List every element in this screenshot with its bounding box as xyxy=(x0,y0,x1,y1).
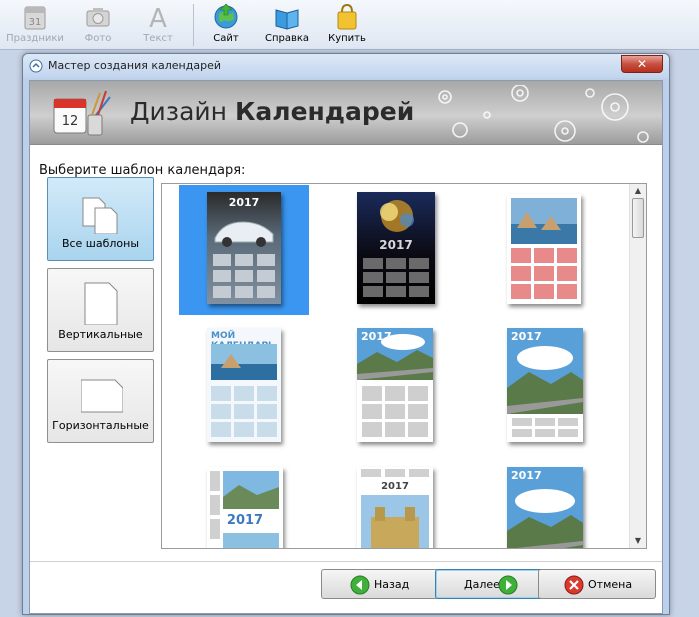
footer-divider xyxy=(30,561,662,562)
site-button[interactable]: Сайт xyxy=(197,2,255,48)
car-image xyxy=(214,221,274,247)
template-preview xyxy=(507,194,581,304)
template-year: 2017 xyxy=(361,330,392,343)
template-prompt: Выберите шаблон календаря: xyxy=(39,163,246,178)
close-button[interactable]: ✕ xyxy=(621,55,663,73)
space-image xyxy=(380,200,414,232)
month-strip xyxy=(361,469,429,477)
scroll-thumb[interactable] xyxy=(632,198,644,238)
photo-button[interactable]: Фото xyxy=(69,2,127,48)
template-preview: 2017 xyxy=(357,467,433,548)
template-thumbnail-4[interactable]: МОЙ КАЛЕНДАРЬ xyxy=(179,324,309,454)
seascape-image xyxy=(511,198,577,244)
decorative-flowers xyxy=(438,85,649,143)
scroll-up-arrow-icon[interactable]: ▲ xyxy=(630,184,646,198)
template-thumbnail-5[interactable]: 2017 xyxy=(339,324,469,454)
back-label: Назад xyxy=(374,578,410,591)
site-label: Сайт xyxy=(213,33,239,44)
template-thumbnail-3[interactable] xyxy=(489,185,619,315)
buy-label: Купить xyxy=(328,33,366,44)
template-thumbnail-1[interactable]: 2017 xyxy=(179,185,309,315)
cancel-button[interactable]: Отмена xyxy=(538,569,656,599)
template-year: 2017 xyxy=(511,330,542,343)
text-label: Текст xyxy=(143,33,173,44)
app-icon xyxy=(29,59,43,73)
next-button[interactable]: Далее xyxy=(435,569,553,599)
template-preview: 2017 xyxy=(207,467,283,548)
seascape-image xyxy=(223,533,279,548)
shopping-bag-icon xyxy=(337,3,357,30)
back-button[interactable]: Назад xyxy=(321,569,439,599)
globe-icon xyxy=(214,3,238,29)
back-arrow-icon xyxy=(350,575,370,595)
buy-button[interactable]: Купить xyxy=(318,2,376,48)
dialog-titlebar[interactable]: Мастер создания календарей ✕ xyxy=(23,54,669,78)
month-grid xyxy=(363,258,429,297)
category-horizontal[interactable]: Горизонтальные xyxy=(47,359,154,443)
template-thumbnail-8[interactable]: 2017 xyxy=(339,463,469,548)
svg-text:31: 31 xyxy=(29,17,42,28)
book-icon xyxy=(275,9,299,30)
template-preview: 2017 xyxy=(507,467,583,548)
help-label: Справка xyxy=(264,33,310,44)
svg-text:12: 12 xyxy=(62,114,79,129)
horizontal-page-icon xyxy=(81,379,123,413)
photo-label: Фото xyxy=(84,33,112,44)
header-title: Дизайн Календарей xyxy=(130,97,414,126)
category-all-templates[interactable]: Все шаблоны xyxy=(47,177,154,261)
template-year: 2017 xyxy=(381,481,409,492)
month-grid xyxy=(512,418,578,437)
cancel-label: Отмена xyxy=(588,578,633,591)
calendar-wizard-dialog: Мастер создания календарей ✕ 12 Дизайн К… xyxy=(22,53,670,615)
toolbar-separator xyxy=(193,4,194,46)
next-label: Далее xyxy=(464,578,500,591)
header-title-bold: Календарей xyxy=(234,97,415,126)
holidays-label: Праздники xyxy=(6,33,64,44)
holidays-button[interactable]: 31 Праздники xyxy=(6,2,64,48)
month-strip xyxy=(210,471,220,539)
dialog-title: Мастер создания календарей xyxy=(48,59,221,72)
template-gallery[interactable]: 2017 2017 МОЙ 2017 2017 2017 2017 2017 ▲… xyxy=(161,183,647,549)
seascape-image xyxy=(223,471,279,509)
cancel-x-icon xyxy=(564,575,584,595)
text-icon: A xyxy=(149,4,167,32)
template-year: 2017 xyxy=(511,469,542,482)
template-thumbnail-9[interactable]: 2017 xyxy=(489,463,619,548)
seascape-image xyxy=(211,344,277,380)
category-label: Горизонтальные xyxy=(52,419,149,432)
template-thumbnail-7[interactable]: 2017 xyxy=(179,463,309,548)
month-grid xyxy=(511,248,577,299)
template-preview: 2017 xyxy=(507,328,583,442)
category-label: Все шаблоны xyxy=(61,237,140,250)
calendar-brushes-icon: 12 xyxy=(53,90,111,136)
header-title-light: Дизайн xyxy=(130,97,227,126)
camera-icon xyxy=(86,8,110,27)
header-banner: 12 Дизайн Календарей xyxy=(30,81,662,145)
app-toolbar: 31 Праздники Фото A Текст Сайт Справка К… xyxy=(0,0,699,50)
pages-icon xyxy=(82,197,118,234)
month-grid xyxy=(211,386,277,437)
next-arrow-icon xyxy=(498,575,518,595)
template-preview: МОЙ КАЛЕНДАРЬ xyxy=(207,328,281,442)
template-preview: 2017 xyxy=(357,328,433,442)
template-preview: 2017 xyxy=(357,192,435,304)
category-label: Вертикальные xyxy=(58,328,143,341)
calendar-icon: 31 xyxy=(24,6,46,30)
template-preview: 2017 xyxy=(207,192,281,304)
template-year: 2017 xyxy=(228,196,260,209)
template-year: 2017 xyxy=(379,238,413,252)
category-vertical[interactable]: Вертикальные xyxy=(47,268,154,352)
svg-text:A: A xyxy=(149,4,167,32)
dialog-content: 12 Дизайн Календарей Выберите шаблон кал… xyxy=(29,80,663,614)
gallery-scrollbar[interactable]: ▲ ▼ xyxy=(629,184,646,548)
month-grid xyxy=(362,386,428,437)
vertical-page-icon xyxy=(84,282,118,325)
scroll-down-arrow-icon[interactable]: ▼ xyxy=(630,534,646,548)
help-button[interactable]: Справка xyxy=(258,2,316,48)
template-thumbnail-6[interactable]: 2017 xyxy=(489,324,619,454)
template-thumbnail-2[interactable]: 2017 xyxy=(339,185,469,315)
month-grid xyxy=(213,254,275,298)
castle-image xyxy=(361,495,429,548)
text-button[interactable]: A Текст xyxy=(129,2,187,48)
